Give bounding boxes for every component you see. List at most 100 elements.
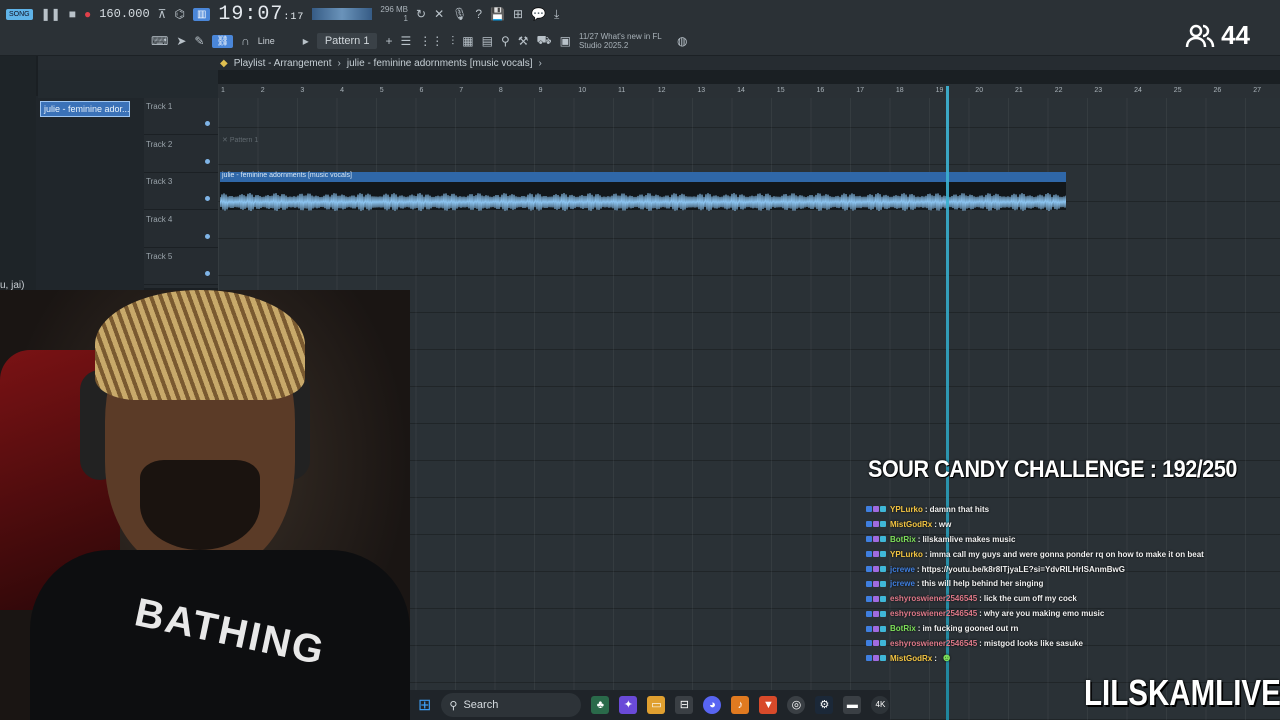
mic-icon[interactable]: 🎙: [452, 7, 467, 21]
chat-overlay: YPLurko: damnn that hits MistGodRx: ww BotRi…: [866, 502, 1256, 672]
ruler-tick: 21: [1015, 87, 1023, 94]
4k-app-icon[interactable]: 4K: [871, 696, 890, 714]
badge-icon: [880, 506, 886, 513]
track-name: Track 4: [146, 214, 173, 224]
chat-text: imma call my guys and were gonna ponder …: [929, 549, 1204, 559]
pause-button[interactable]: ❚❚: [41, 7, 61, 21]
cart-icon[interactable]: ⛟: [537, 33, 552, 49]
song-mode-toggle[interactable]: SONG: [6, 8, 33, 20]
stop-button[interactable]: ■: [69, 7, 76, 21]
app-icon[interactable]: ▬: [843, 696, 862, 714]
play-pattern-icon[interactable]: ▸: [303, 34, 309, 48]
tree-widget-icon[interactable]: ♣: [591, 696, 610, 714]
mixer-view-icon[interactable]: ⫶: [451, 34, 454, 49]
ruler-tick: 3: [300, 87, 305, 94]
breadcrumb-chevron-icon: ›: [538, 57, 542, 69]
track-mute-dot[interactable]: [205, 271, 210, 276]
snap-selector[interactable]: Line: [258, 36, 275, 46]
ruler-tick: 2: [260, 87, 265, 94]
waveform-path: [220, 192, 1066, 212]
download-icon[interactable]: ⤓: [554, 7, 559, 22]
chat-username: eshyroswiener2546545: [890, 594, 978, 604]
timeline-ruler[interactable]: 1 2 3 4 5 6 7 8 9 10 11 12 13 14 15 16 17 18 19 20 21 22 23 24 2…: [218, 84, 1280, 98]
link-icon[interactable]: ⛓: [212, 34, 234, 48]
track-mute-dot[interactable]: [205, 121, 210, 126]
emote-icon: ☻: [940, 652, 953, 665]
badge-icon: [866, 536, 872, 543]
channel-brand: LILSKAMLIVE: [1084, 672, 1280, 713]
badge-icon: [880, 580, 886, 587]
chat-message: eshyroswiener2546545: lick the cum off my…: [866, 591, 1256, 606]
breadcrumb-clip[interactable]: julie - feminine adornments [music vocal…: [347, 58, 533, 69]
windows-start-icon[interactable]: ⊞: [418, 695, 431, 715]
store-icon[interactable]: ⊟: [675, 696, 694, 714]
tempo-display[interactable]: 160.000: [99, 7, 149, 21]
time-sub: :17: [283, 11, 305, 23]
track-header[interactable]: Track 4: [144, 211, 218, 248]
keyboard-icon[interactable]: ⌨: [151, 34, 168, 48]
add-pattern-icon[interactable]: +: [385, 34, 392, 48]
badge-icon: [873, 580, 879, 587]
wait-icon[interactable]: ⌬: [174, 7, 184, 21]
streamer-hair: [95, 290, 305, 400]
piano-roll-icon[interactable]: ▦: [462, 34, 473, 48]
fl-studio-icon[interactable]: ♪: [731, 696, 750, 714]
ruler-tick: 24: [1134, 87, 1142, 94]
chat-badges: [866, 610, 886, 617]
copilot-icon[interactable]: ✦: [619, 696, 638, 714]
browser-icon[interactable]: ▤: [482, 34, 493, 48]
shop-icon[interactable]: ▣: [560, 34, 571, 48]
badge-icon: [873, 506, 879, 513]
track-mute-dot[interactable]: [205, 233, 210, 239]
steam-icon[interactable]: ⚙: [815, 696, 834, 714]
channel-rack-icon[interactable]: ⋮⋮: [419, 34, 443, 48]
audio-clip[interactable]: julie - feminine adornments [music vocal…: [220, 172, 1066, 212]
track-header[interactable]: Track 1: [144, 98, 218, 135]
plugin-icon[interactable]: ⚲: [501, 34, 510, 48]
wrench-icon[interactable]: ⚒: [518, 34, 529, 48]
chat-username: jcrewe: [890, 564, 915, 574]
record-button[interactable]: ●: [84, 7, 91, 21]
ruler-tick: 18: [895, 87, 904, 94]
track-mute-dot[interactable]: [205, 196, 210, 201]
brave-icon[interactable]: ▼: [759, 696, 778, 714]
playlist-icon[interactable]: ☰: [400, 34, 411, 48]
streamer-beard: [140, 460, 260, 550]
close-icon[interactable]: ✕: [434, 7, 444, 21]
save-icon[interactable]: 💾: [490, 7, 505, 21]
metronome-icon[interactable]: ⊼: [158, 7, 167, 21]
track-header[interactable]: Track 5: [144, 248, 218, 285]
track-header[interactable]: Track 3: [144, 173, 218, 210]
typing-keyboard-button[interactable]: ▥: [192, 7, 211, 21]
globe-icon[interactable]: ◍: [677, 34, 687, 48]
clip-source-selector[interactable]: julie - feminine ador...: [40, 101, 130, 117]
pattern-selector[interactable]: Pattern 1: [316, 33, 378, 49]
news-panel[interactable]: 11/27 What's new in FL Studio 2025.2: [579, 32, 669, 50]
taskbar-search[interactable]: ⚲ Search: [441, 693, 582, 717]
chat-text: lilskamlive makes music: [922, 534, 1016, 544]
breadcrumb-separator: ›: [337, 57, 341, 69]
discord-icon[interactable]: ◕: [703, 696, 722, 714]
arrow-right-icon[interactable]: ➤: [176, 34, 186, 48]
ruler-tick: 10: [578, 87, 587, 94]
chat-text: ww: [938, 519, 952, 529]
badge-icon: [866, 566, 872, 572]
track-headers: Track 1 Track 2 Track 3 Track 4 Track 5: [144, 98, 218, 288]
pencil-icon[interactable]: ✎: [194, 34, 204, 48]
chat-icon[interactable]: 💬: [531, 7, 546, 21]
chat-username: jcrewe: [890, 579, 915, 589]
obs-icon[interactable]: ◎: [787, 696, 806, 714]
badge-icon: [873, 536, 879, 543]
chat-username: BotRix: [890, 534, 916, 544]
mixer-icon[interactable]: ⊞: [513, 7, 523, 21]
track-header[interactable]: Track 2: [144, 136, 218, 173]
track-mute-dot[interactable]: [205, 158, 210, 164]
ghost-pattern-clip[interactable]: ✕ Pattern 1: [222, 136, 258, 144]
file-explorer-icon[interactable]: ▭: [647, 696, 666, 714]
help-icon[interactable]: ?: [475, 7, 482, 21]
magnet-icon[interactable]: ∩: [241, 34, 250, 48]
news-line-1: 11/27 What's new in FL: [578, 32, 662, 41]
fl-toolbar: SONG ❚❚ ■ ● 160.000 ⊼ ⌬ ▥ 19:07:17 296 M…: [0, 0, 1280, 56]
chat-text: this will help behind her singing: [921, 579, 1044, 589]
undo-icon[interactable]: ↻: [416, 7, 426, 21]
